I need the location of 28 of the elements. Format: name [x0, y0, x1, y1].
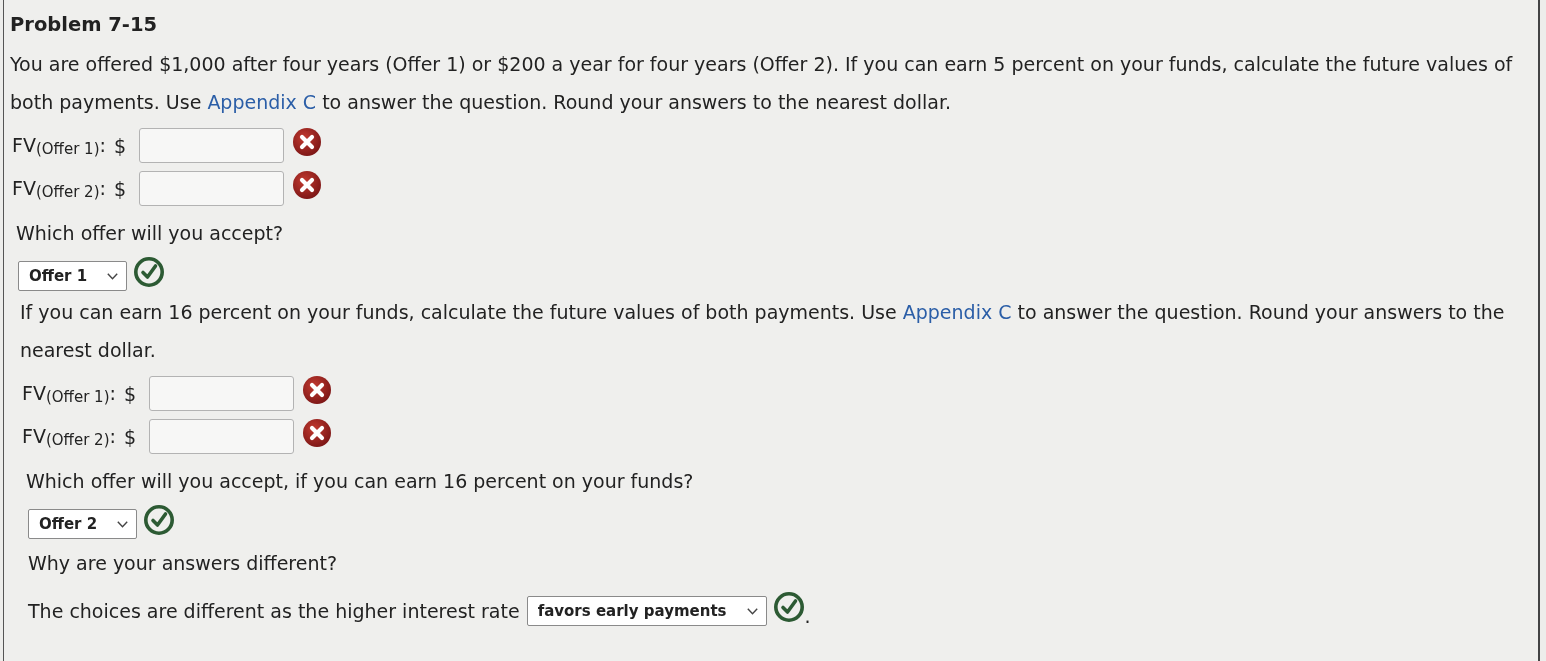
- currency-symbol: $: [123, 382, 136, 405]
- answer-field[interactable]: [139, 128, 284, 163]
- answer-field[interactable]: [149, 419, 294, 454]
- currency-symbol: $: [113, 134, 126, 157]
- answer-field[interactable]: [139, 171, 284, 206]
- currency-symbol: $: [113, 177, 126, 200]
- currency-symbol: $: [123, 425, 136, 448]
- chevron-down-icon: [107, 272, 119, 280]
- question-prompt: Why are your answers different?: [28, 551, 338, 575]
- sentence-period: .: [804, 606, 811, 626]
- chevron-down-icon: [746, 607, 758, 615]
- answer-label: FV$_{(Offer 2)}$:: [22, 424, 116, 449]
- answer-dropdown[interactable]: Offer 2: [28, 509, 138, 539]
- chevron-down-icon: [117, 520, 129, 528]
- answer-label: FV$_{(Offer 1)}$:: [12, 133, 106, 158]
- problem-title: Problem 7-15: [10, 12, 159, 38]
- appendix-link[interactable]: Appendix C: [902, 301, 1012, 323]
- answer-label: FV$_{(Offer 1)}$:: [22, 381, 116, 406]
- answer-dropdown[interactable]: Offer 1: [18, 261, 128, 291]
- appendix-link[interactable]: Appendix C: [207, 91, 317, 113]
- question-prompt: Which offer will you accept, if you can earn 16 percent on your funds?: [25, 469, 695, 493]
- answer-label: FV$_{(Offer 2)}$:: [12, 176, 106, 201]
- question-prompt: Which offer will you accept?: [15, 221, 285, 245]
- question-text: If you can earn 16 percent on your funds, calculate the future values of both payments. Use Appendix C to answer the question. Round your answers to the nearest dollar.: [20, 300, 1506, 363]
- question-text: You are offered $1,000 after four years (Offer 1) or $200 a year for four years (Offer 2). If you can earn 5 percent on your funds, calculate the future values of both payments. Use Appendix C to answer the question. Round your answers to the nearest dollar.: [10, 52, 1514, 115]
- answer-field[interactable]: [149, 376, 294, 411]
- answer-dropdown[interactable]: favors early payments: [526, 596, 767, 626]
- explanation-text: The choices are different as the higher interest rate: [28, 600, 520, 622]
